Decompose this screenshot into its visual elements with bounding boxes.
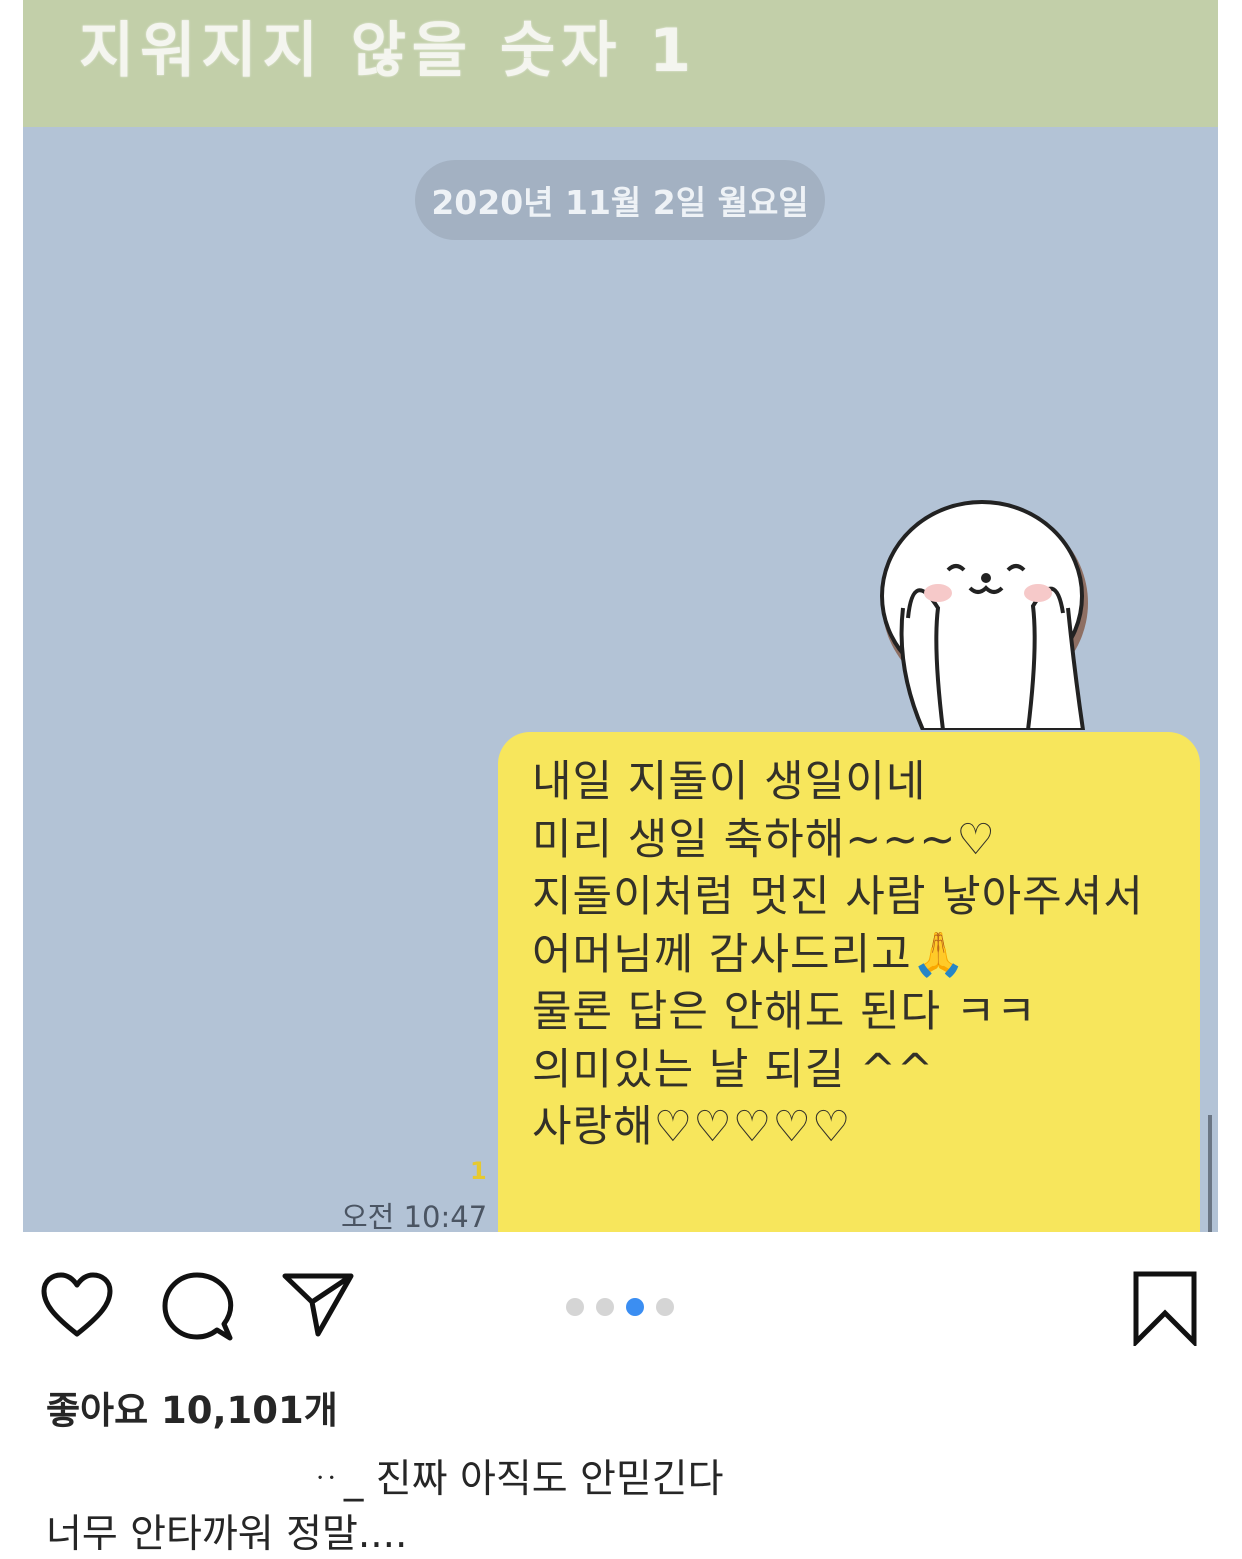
post-image[interactable]: 지워지지 않을 숫자 1 2020년 11월 2일 월요일 내일 지돌이 생일이… (23, 0, 1218, 1232)
carousel-dot (596, 1298, 614, 1316)
caption: ᆢ_ 진짜 아직도 안믿긴다 (308, 1448, 724, 1504)
comment-icon[interactable] (162, 1272, 234, 1342)
message-line: 어머님께 감사드리고🙏 (532, 929, 967, 980)
chat-message-bubble: 내일 지돌이 생일이네 미리 생일 축하해~~~♡ 지돌이처럼 멋진 사람 낳아… (498, 732, 1200, 1232)
caption-text-line2: 너무 안타까워 정말.... (46, 1512, 408, 1557)
carousel-dot (566, 1298, 584, 1316)
scrollbar (1208, 1115, 1212, 1232)
carousel-dot-active (626, 1298, 644, 1316)
message-line: 미리 생일 축하해~~~♡ (532, 814, 996, 865)
photo-title: 지워지지 않을 숫자 1 (79, 16, 698, 86)
message-line: 내일 지돌이 생일이네 (532, 757, 927, 807)
send-icon[interactable] (282, 1272, 354, 1338)
message-line: 의미있는 날 되길 ^^ (532, 1044, 934, 1095)
message-line: 지돌이처럼 멋진 사람 낳아주셔서 (532, 872, 1144, 922)
message-line: 물론 답은 안해도 된다 ㅋㅋ (532, 987, 1037, 1037)
heart-icon[interactable] (40, 1272, 114, 1338)
photo-header-band: 지워지지 않을 숫자 1 (23, 0, 1218, 127)
caption-text: 진짜 아직도 안믿긴다 (375, 1457, 724, 1502)
carousel-indicator (566, 1298, 674, 1316)
chat-date-divider: 2020년 11월 2일 월요일 (415, 160, 825, 240)
seal-sticker-image (880, 500, 1088, 730)
likes-count[interactable]: 좋아요 10,101개 (46, 1380, 338, 1434)
unread-count-badge: 1 (470, 1157, 487, 1185)
carousel-dot (656, 1298, 674, 1316)
message-line: 사랑해♡♡♡♡♡ (532, 1102, 852, 1152)
message-timestamp: 오전 10:47 (341, 1200, 488, 1232)
caption-username[interactable]: ᆢ_ (308, 1457, 363, 1502)
bookmark-icon[interactable] (1132, 1270, 1198, 1346)
